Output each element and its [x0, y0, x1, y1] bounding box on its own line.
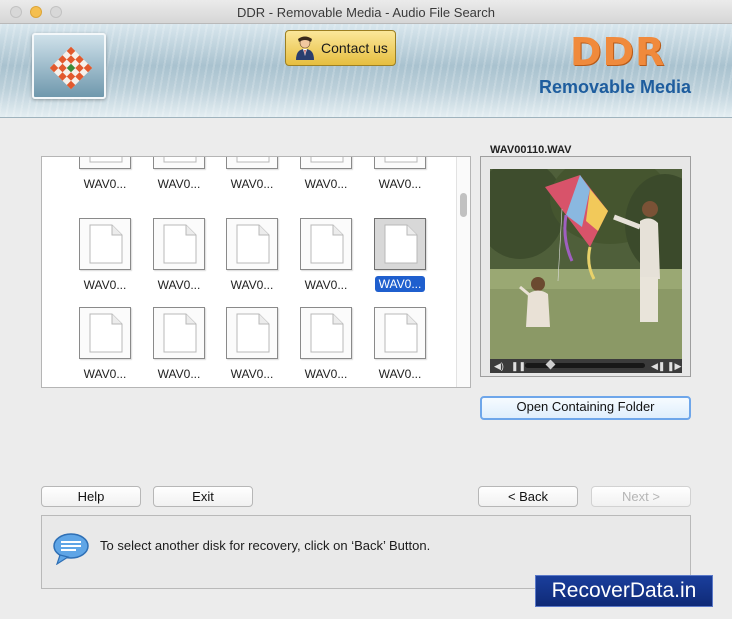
file-thumbnail[interactable] [79, 157, 131, 169]
open-containing-folder-button[interactable]: Open Containing Folder [480, 396, 691, 420]
document-icon [384, 157, 418, 163]
file-item[interactable]: WAV0... [370, 218, 430, 302]
rewind-icon[interactable]: ◀❚ [651, 361, 665, 371]
header-banner: Contact us DDR Removable Media [0, 24, 732, 118]
file-item[interactable]: WAV0... [222, 307, 282, 387]
file-thumbnail[interactable] [153, 307, 205, 359]
file-item[interactable]: WAV0... [149, 307, 209, 387]
contact-us-label: Contact us [321, 40, 388, 56]
document-icon [163, 157, 197, 163]
file-item[interactable]: WAV0... [75, 218, 135, 302]
document-icon [310, 157, 344, 163]
checker-logo-icon [49, 46, 93, 90]
file-grid[interactable]: WAV0... WAV0... WAV0... WAV0... WAV0... WAV0.… [41, 156, 471, 388]
document-icon [236, 224, 270, 264]
file-thumbnail[interactable] [226, 218, 278, 270]
file-label: WAV0... [378, 367, 422, 381]
file-thumbnail[interactable] [300, 307, 352, 359]
file-thumbnail[interactable] [300, 157, 352, 169]
file-item[interactable]: WAV0... [149, 157, 209, 201]
next-button[interactable]: Next > [591, 486, 691, 507]
file-label: WAV0... [304, 278, 348, 292]
speech-bubble-icon [53, 533, 89, 565]
seek-knob[interactable] [545, 359, 556, 370]
file-label: WAV0... [157, 278, 201, 292]
window-title: DDR - Removable Media - Audio File Searc… [237, 5, 495, 20]
file-label: WAV0... [230, 367, 274, 381]
file-thumbnail[interactable] [374, 157, 426, 169]
seek-bar[interactable] [525, 359, 645, 370]
app-logo [32, 33, 106, 99]
preview-image [490, 169, 682, 359]
file-item[interactable]: WAV0... [149, 218, 209, 302]
document-icon [236, 313, 270, 353]
document-icon [89, 313, 123, 353]
pause-icon[interactable]: ❚❚ [511, 361, 526, 371]
person-icon [296, 36, 314, 60]
document-icon [384, 224, 418, 264]
file-item[interactable]: WAV0... [296, 307, 356, 387]
exit-button[interactable]: Exit [153, 486, 253, 507]
file-item[interactable]: WAV0... [222, 157, 282, 201]
file-label: WAV0... [304, 177, 348, 191]
file-label: WAV0... [83, 177, 127, 191]
document-icon [236, 157, 270, 163]
file-thumbnail[interactable] [226, 307, 278, 359]
file-thumbnail[interactable] [79, 218, 131, 270]
status-message: To select another disk for recovery, cli… [100, 538, 431, 553]
file-thumbnail[interactable] [153, 157, 205, 169]
file-label: WAV0... [83, 278, 127, 292]
file-item[interactable]: WAV0... [296, 157, 356, 201]
forward-icon[interactable]: ❚▶ [667, 361, 681, 371]
file-label: WAV0... [157, 177, 201, 191]
file-thumbnail[interactable] [79, 307, 131, 359]
document-icon [310, 224, 344, 264]
file-label: WAV0... [83, 367, 127, 381]
file-item[interactable]: WAV0... [222, 218, 282, 302]
document-icon [89, 157, 123, 163]
file-item[interactable]: WAV0... [75, 307, 135, 387]
kite-photo [490, 169, 682, 359]
document-icon [163, 224, 197, 264]
scroll-thumb[interactable] [460, 193, 467, 217]
file-thumbnail[interactable] [153, 218, 205, 270]
file-thumbnail[interactable] [300, 218, 352, 270]
brand-subtitle: Removable Media [539, 77, 692, 97]
document-icon [384, 313, 418, 353]
media-controls: ◀) ❚❚ ◀❚ ❚▶ [490, 359, 682, 373]
watermark: RecoverData.in [535, 575, 713, 607]
file-label: WAV0... [230, 278, 274, 292]
back-button[interactable]: < Back [478, 486, 578, 507]
document-icon [89, 224, 123, 264]
volume-icon[interactable]: ◀) [494, 361, 504, 371]
file-label: WAV0... [304, 367, 348, 381]
file-thumbnail[interactable] [226, 157, 278, 169]
document-icon [310, 313, 344, 353]
help-button[interactable]: Help [41, 486, 141, 507]
grid-scrollbar[interactable] [456, 157, 470, 387]
file-thumbnail[interactable] [374, 218, 426, 270]
file-label: WAV0... [230, 177, 274, 191]
file-thumbnail[interactable] [374, 307, 426, 359]
file-label: WAV0... [375, 276, 425, 292]
document-icon [163, 313, 197, 353]
file-label: WAV0... [157, 367, 201, 381]
file-item[interactable]: WAV0... [296, 218, 356, 302]
title-bar: DDR - Removable Media - Audio File Searc… [0, 0, 732, 24]
preview-filename: WAV00110.WAV [486, 144, 576, 156]
file-label: WAV0... [378, 177, 422, 191]
brand-title: DDR [570, 30, 666, 74]
contact-us-button[interactable]: Contact us [285, 30, 396, 66]
file-item[interactable]: WAV0... [75, 157, 135, 201]
file-item[interactable]: WAV0... [370, 157, 430, 201]
file-item[interactable]: WAV0... [370, 307, 430, 387]
